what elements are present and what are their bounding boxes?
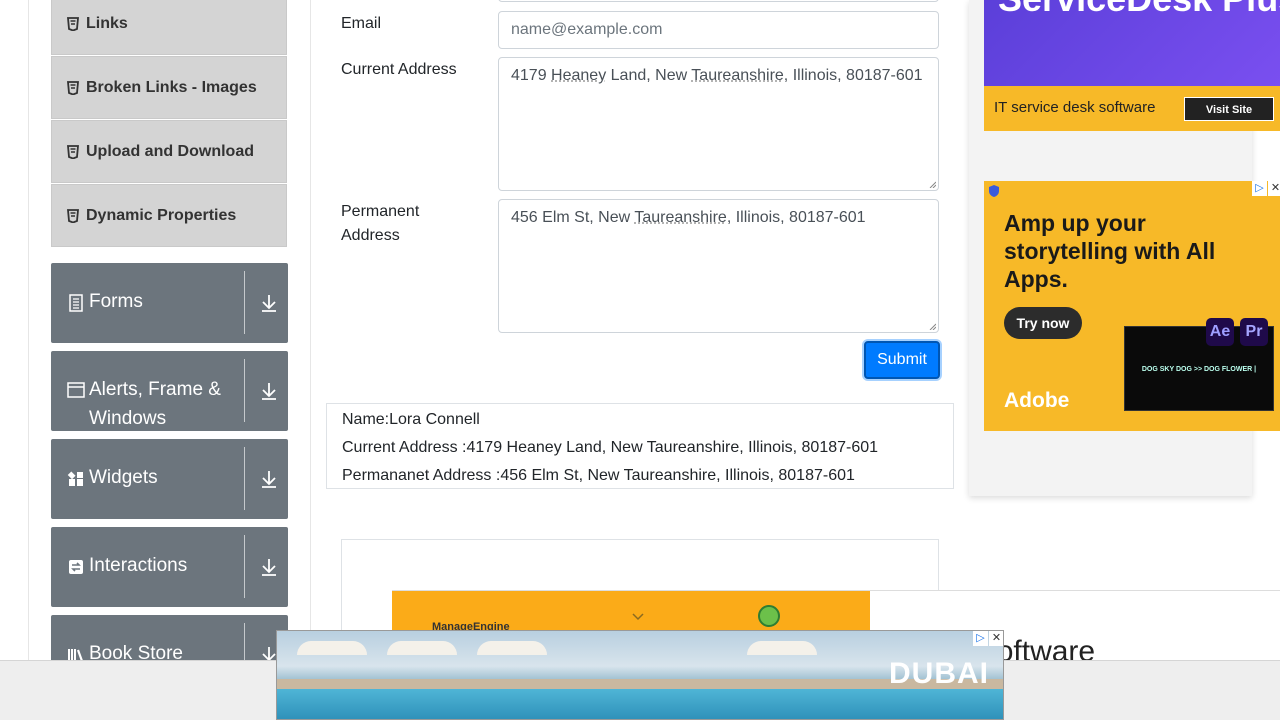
pool-water (277, 689, 1003, 719)
dubai-logo: DUBAI (889, 657, 989, 690)
divider (244, 271, 245, 334)
group-label: Alerts, Frame & Windows (89, 379, 221, 429)
sidebar-item-links[interactable]: Links (51, 0, 287, 55)
clock-icon (758, 605, 780, 627)
download-icon[interactable] (260, 293, 278, 313)
ad-headline: Amp up your storytelling with All Apps. (1004, 210, 1216, 292)
email-label: Email (341, 15, 382, 32)
ad-servicedesk[interactable]: ServiceDesk Plus IT service desk softwar… (984, 0, 1280, 131)
shield-icon (989, 185, 999, 197)
text-segment: Land, New (606, 67, 692, 84)
adobe-logo: Adobe (1004, 389, 1070, 412)
umbrella (747, 641, 817, 655)
interactions-icon (69, 560, 83, 574)
email-placeholder: name@example.com (511, 21, 663, 38)
permanent-address-label: Permanent Address (341, 203, 420, 244)
spellcheck-word: Taureanshire (691, 67, 784, 84)
umbrella (387, 641, 457, 655)
sidebar-item-label: Broken Links - Images (86, 78, 257, 96)
sidebar-item-label: Upload and Download (86, 142, 254, 160)
sidebar-item-upload-download[interactable]: Upload and Download (51, 120, 287, 183)
ad-visit-site-button[interactable]: Visit Site (1184, 97, 1274, 121)
text-segment: , Illinois, 80187-601 (783, 67, 923, 84)
ad-headline: ServiceDesk Plus (998, 0, 1280, 20)
umbrella (297, 641, 367, 655)
html5-icon (67, 80, 79, 95)
window-icon (67, 382, 85, 398)
html5-icon (67, 16, 79, 31)
divider (244, 447, 245, 510)
full-name-field[interactable] (498, 0, 939, 2)
close-icon[interactable]: ✕ (989, 631, 1003, 646)
adchoices-icon[interactable]: ▷ (1252, 181, 1267, 196)
output-current-address: Current Address :4179 Heaney Land, New T… (342, 439, 879, 456)
download-icon[interactable] (260, 557, 278, 577)
resize-handle-icon[interactable] (929, 181, 936, 188)
permanent-address-field[interactable]: 456 Elm St, New Taureanshire, Illinois, … (498, 199, 939, 333)
ad-dubai[interactable]: DUBAI ▷ ✕ (276, 630, 1004, 720)
sidebar-item-broken-links[interactable]: Broken Links - Images (51, 56, 287, 119)
premiere-icon: Pr (1240, 318, 1268, 346)
download-icon[interactable] (260, 469, 278, 489)
output-box: Name:Lora Connell Current Address :4179 … (326, 403, 954, 489)
ad-purple-banner: ServiceDesk Plus (984, 0, 1280, 86)
after-effects-icon: Ae (1206, 318, 1234, 346)
close-icon[interactable]: ✕ (1268, 181, 1280, 196)
html5-icon (67, 208, 79, 223)
current-address-label: Current Address (341, 61, 457, 78)
sidebar-item-label: Dynamic Properties (86, 206, 237, 224)
sidebar-item-label: Links (86, 14, 128, 32)
sidebar-group-interactions[interactable]: Interactions (51, 527, 288, 607)
ad-adobe[interactable]: ▷ ✕ Amp up your storytelling with All Ap… (984, 181, 1280, 431)
text-segment: , Illinois, 80187-601 (726, 209, 866, 226)
resize-handle-icon[interactable] (929, 323, 936, 330)
group-label: Interactions (89, 555, 188, 576)
download-icon[interactable] (260, 381, 278, 401)
group-label: Forms (89, 291, 143, 312)
adchoices-icon[interactable]: ▷ (973, 631, 988, 646)
sidebar-group-widgets[interactable]: Widgets (51, 439, 288, 519)
form-icon (69, 294, 83, 312)
sidebar-group-alerts[interactable]: Alerts, Frame & Windows (51, 351, 288, 431)
text-segment: 4179 (511, 67, 552, 84)
ad-try-now-button[interactable]: Try now (1004, 307, 1082, 339)
spellcheck-word: Taureanshire (634, 209, 727, 226)
html5-icon (67, 144, 79, 159)
ad-yellow-strip: IT service desk software Visit Site (984, 86, 1280, 131)
spellcheck-word: Heaney (551, 67, 607, 84)
umbrella (477, 641, 547, 655)
output-permanent-address: Permananet Address :456 Elm St, New Taur… (342, 467, 855, 484)
output-name: Name:Lora Connell (342, 411, 480, 428)
current-address-field[interactable]: 4179 Heaney Land, New Taureanshire, Illi… (498, 57, 939, 191)
ad-tagline: IT service desk software (994, 99, 1156, 116)
text-segment: 456 Elm St, New (511, 209, 635, 226)
left-sidebar: Links Broken Links - Images Upload and D… (28, 0, 311, 720)
sidebar-item-dynamic-properties[interactable]: Dynamic Properties (51, 184, 287, 247)
submit-button[interactable]: Submit (864, 341, 940, 379)
widgets-icon (67, 471, 83, 486)
divider (244, 359, 245, 422)
email-field[interactable]: name@example.com (498, 11, 939, 49)
divider (244, 535, 245, 598)
sidebar-group-forms[interactable]: Forms (51, 263, 288, 343)
group-label: Widgets (89, 467, 158, 488)
chevron-down-icon (632, 613, 644, 621)
